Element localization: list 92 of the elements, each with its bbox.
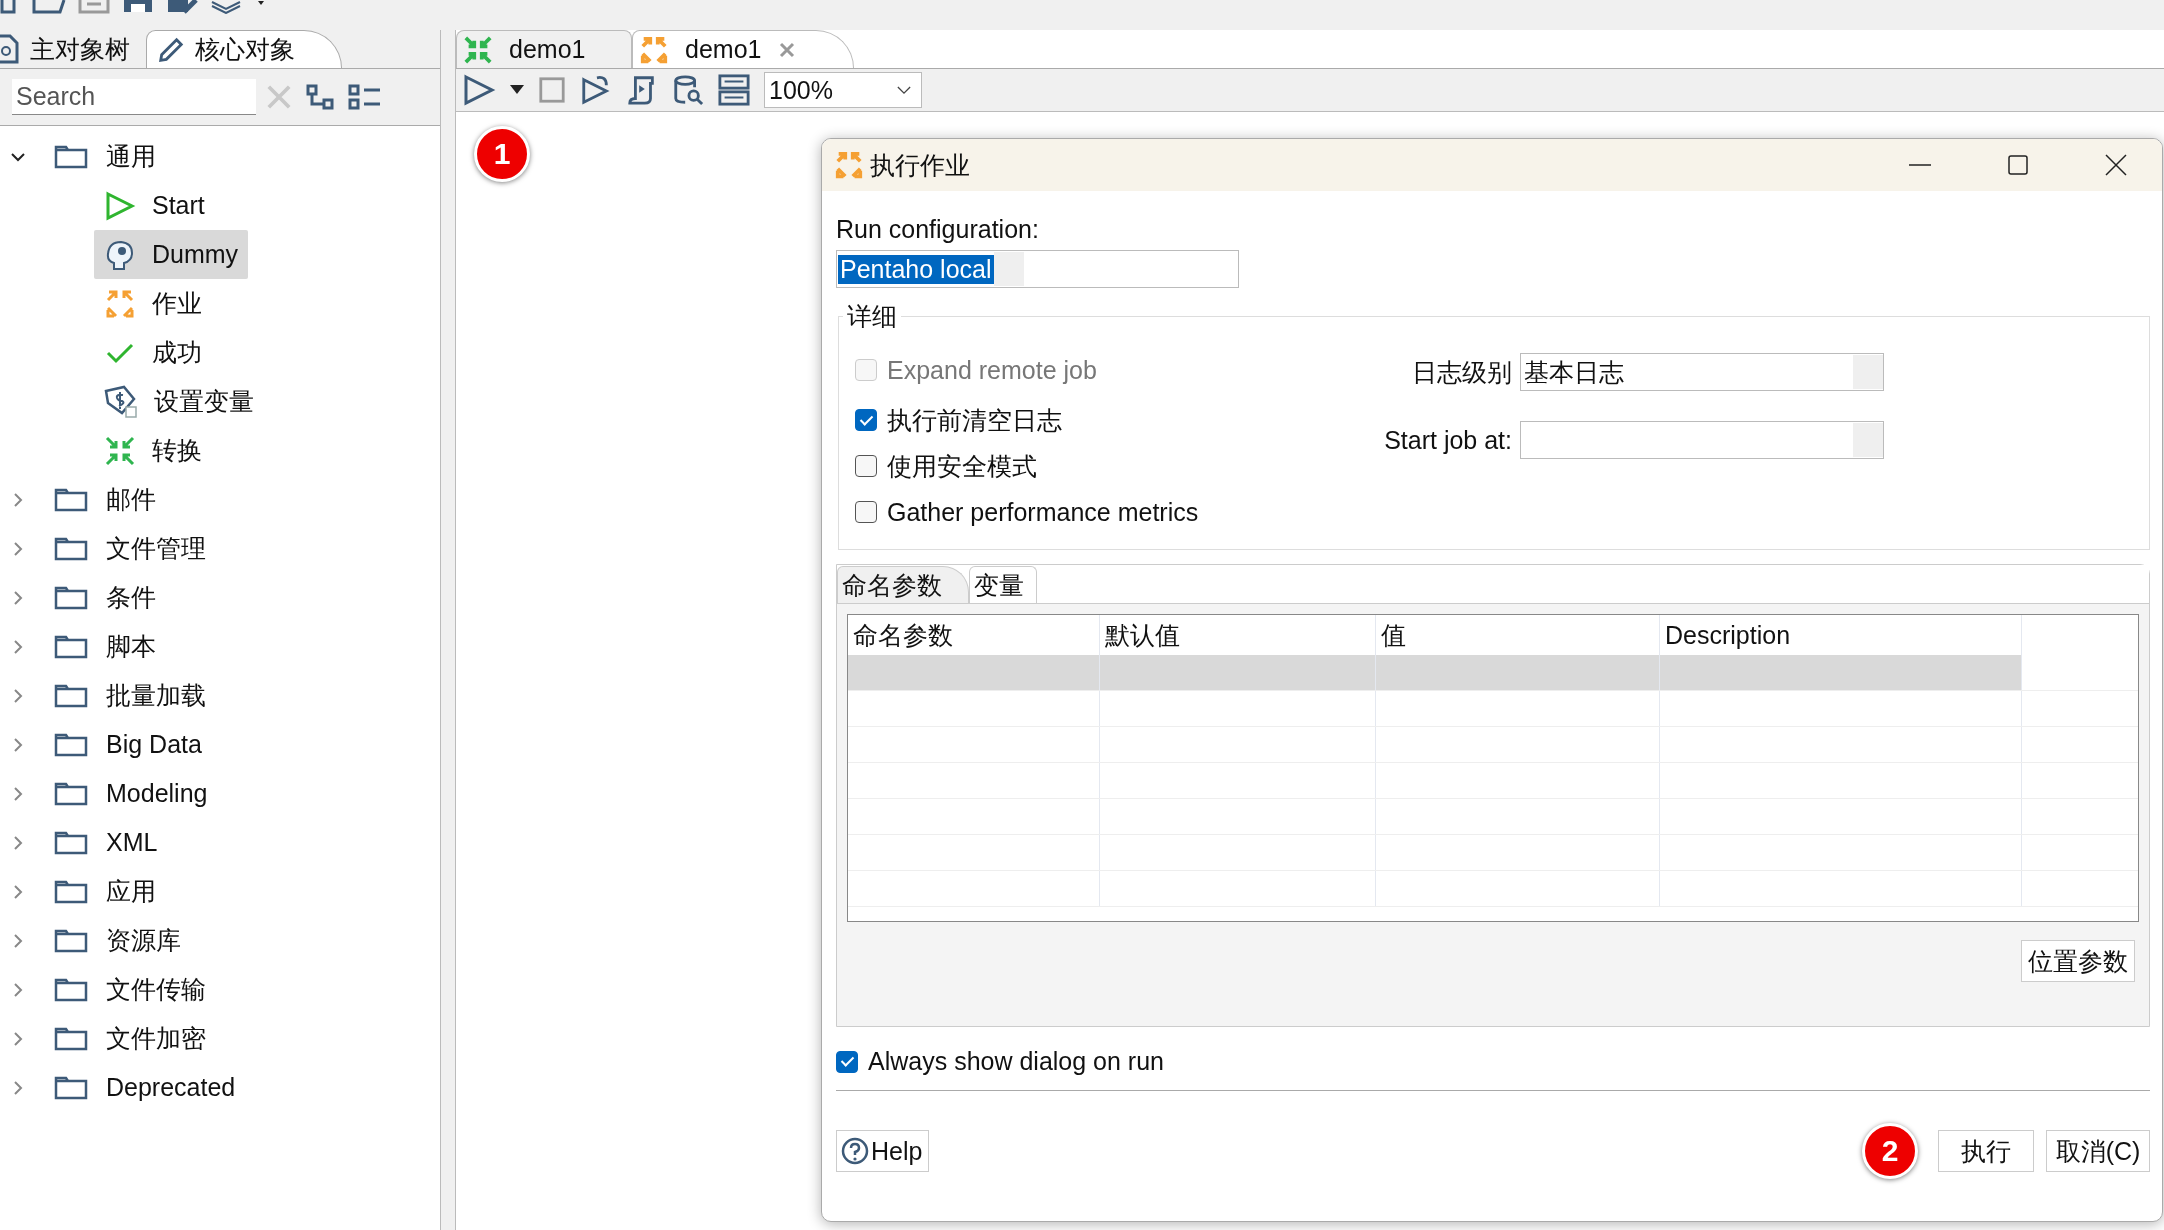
tree-item[interactable]: 文件管理 xyxy=(102,530,210,567)
minimize-icon xyxy=(1909,164,1931,166)
tree-item[interactable]: 脚本 xyxy=(102,628,160,665)
layers-icon[interactable] xyxy=(210,0,266,14)
save-as-icon[interactable] xyxy=(166,0,198,14)
checkbox[interactable] xyxy=(836,1050,858,1073)
pencil-icon xyxy=(157,35,185,64)
arrows-out-icon xyxy=(639,34,669,65)
log-level-dropdown[interactable]: 基本日志 xyxy=(1520,353,1884,391)
checkbox[interactable] xyxy=(855,409,877,431)
tree-item[interactable]: 设置变量 xyxy=(94,377,264,426)
run-step-icon[interactable] xyxy=(580,74,612,106)
tree-item[interactable]: 批量加载 xyxy=(102,677,210,714)
folder-icon xyxy=(54,977,88,1002)
tree-item[interactable]: 文件传输 xyxy=(102,971,210,1008)
param-tab[interactable]: 命名参数 xyxy=(837,566,969,603)
tree-item[interactable]: 邮件 xyxy=(102,481,160,518)
folder-icon xyxy=(54,1026,88,1051)
tree-item[interactable]: 文件加密 xyxy=(102,1020,210,1057)
checkbox[interactable] xyxy=(855,501,877,523)
document-icon[interactable] xyxy=(78,0,110,14)
folder-icon xyxy=(54,144,88,169)
run-icon[interactable] xyxy=(462,73,496,107)
tree-item[interactable]: 转换 xyxy=(94,426,212,475)
save-icon[interactable] xyxy=(122,0,154,14)
folder-icon xyxy=(54,928,88,953)
document-search-icon xyxy=(0,34,20,64)
folder-icon xyxy=(54,585,88,610)
dollar-tag-icon xyxy=(104,384,138,419)
checkbox-label: 执行前清空日志 xyxy=(887,404,1062,436)
folder-icon xyxy=(54,781,88,806)
param-tab[interactable]: 变量 xyxy=(969,566,1037,603)
tree-item[interactable]: XML xyxy=(102,826,162,859)
tree-item[interactable]: 条件 xyxy=(102,579,160,616)
caret-icon[interactable] xyxy=(510,85,524,95)
folder-icon xyxy=(54,487,88,512)
tree-item[interactable]: Deprecated xyxy=(102,1071,240,1104)
stop-icon[interactable] xyxy=(538,76,566,104)
checkbox-label: 使用安全模式 xyxy=(887,450,1037,482)
help-button[interactable]: Help xyxy=(836,1130,930,1172)
checkbox-label: Gather performance metrics xyxy=(887,497,1199,527)
dialog-button[interactable]: 取消(C) xyxy=(2046,1130,2150,1172)
step-badge: 1 xyxy=(474,126,530,182)
database-search-icon[interactable] xyxy=(672,74,704,106)
folder-icon xyxy=(54,536,88,561)
checkbox-label: Always show dialog on run xyxy=(868,1047,1164,1076)
panel-tab[interactable]: 核心对象 xyxy=(146,30,342,68)
tree-item[interactable]: Start xyxy=(94,181,215,230)
folder-icon xyxy=(54,879,88,904)
positional-parameters-button[interactable]: 位置参数 xyxy=(2021,940,2135,982)
step-badge: 2 xyxy=(1862,1123,1918,1179)
editor-tab[interactable]: demo1 xyxy=(456,30,632,68)
panel-tab[interactable]: 主对象树 xyxy=(0,30,144,68)
arrows-in-icon xyxy=(463,34,493,65)
checkbox[interactable] xyxy=(855,455,877,477)
maximize-icon xyxy=(2008,155,2028,175)
folder-icon[interactable] xyxy=(32,0,66,14)
tree-item[interactable]: Dummy xyxy=(94,230,249,279)
head-icon xyxy=(104,238,136,271)
tree-view-icon[interactable] xyxy=(306,84,334,110)
tree-item[interactable]: 通用 xyxy=(102,138,160,175)
play-icon xyxy=(104,189,136,222)
help-icon xyxy=(841,1137,869,1165)
editor-tab[interactable]: demo1 xyxy=(632,30,855,68)
tree-item[interactable]: Modeling xyxy=(102,777,212,810)
start-job-dropdown[interactable] xyxy=(1520,421,1884,459)
tree-item[interactable]: Big Data xyxy=(102,728,206,761)
checkbox-label: Expand remote job xyxy=(887,355,1097,385)
run-configuration-dropdown[interactable]: Pentaho local xyxy=(836,250,1239,288)
table-icon[interactable] xyxy=(718,74,750,106)
field-label: Run configuration: xyxy=(836,215,1040,244)
list-view-icon[interactable] xyxy=(348,84,382,110)
tree-item[interactable]: 成功 xyxy=(94,328,212,377)
group-title: 详细 xyxy=(846,301,898,332)
dialog-button[interactable]: 执行 xyxy=(1938,1130,2034,1172)
folder-icon xyxy=(54,683,88,708)
tree-item[interactable]: 应用 xyxy=(102,873,160,910)
field-label: 日志级别 xyxy=(1411,356,1512,388)
chevron-down-icon xyxy=(897,85,911,95)
folder-icon xyxy=(54,732,88,757)
tree-item[interactable]: 资源库 xyxy=(102,922,185,959)
arrows-out-icon xyxy=(834,150,864,180)
dialog-title: 执行作业 xyxy=(870,149,971,181)
arrows-in-icon xyxy=(104,434,136,467)
zoom-dropdown[interactable]: 100% xyxy=(764,72,922,108)
field-label: Start job at: xyxy=(1383,425,1512,455)
tree-item[interactable]: 作业 xyxy=(94,279,212,328)
close-icon xyxy=(2105,154,2127,176)
folder-icon xyxy=(54,634,88,659)
search-field[interactable]: Search xyxy=(12,79,256,115)
folder-icon xyxy=(54,1075,88,1100)
folder-icon xyxy=(54,830,88,855)
